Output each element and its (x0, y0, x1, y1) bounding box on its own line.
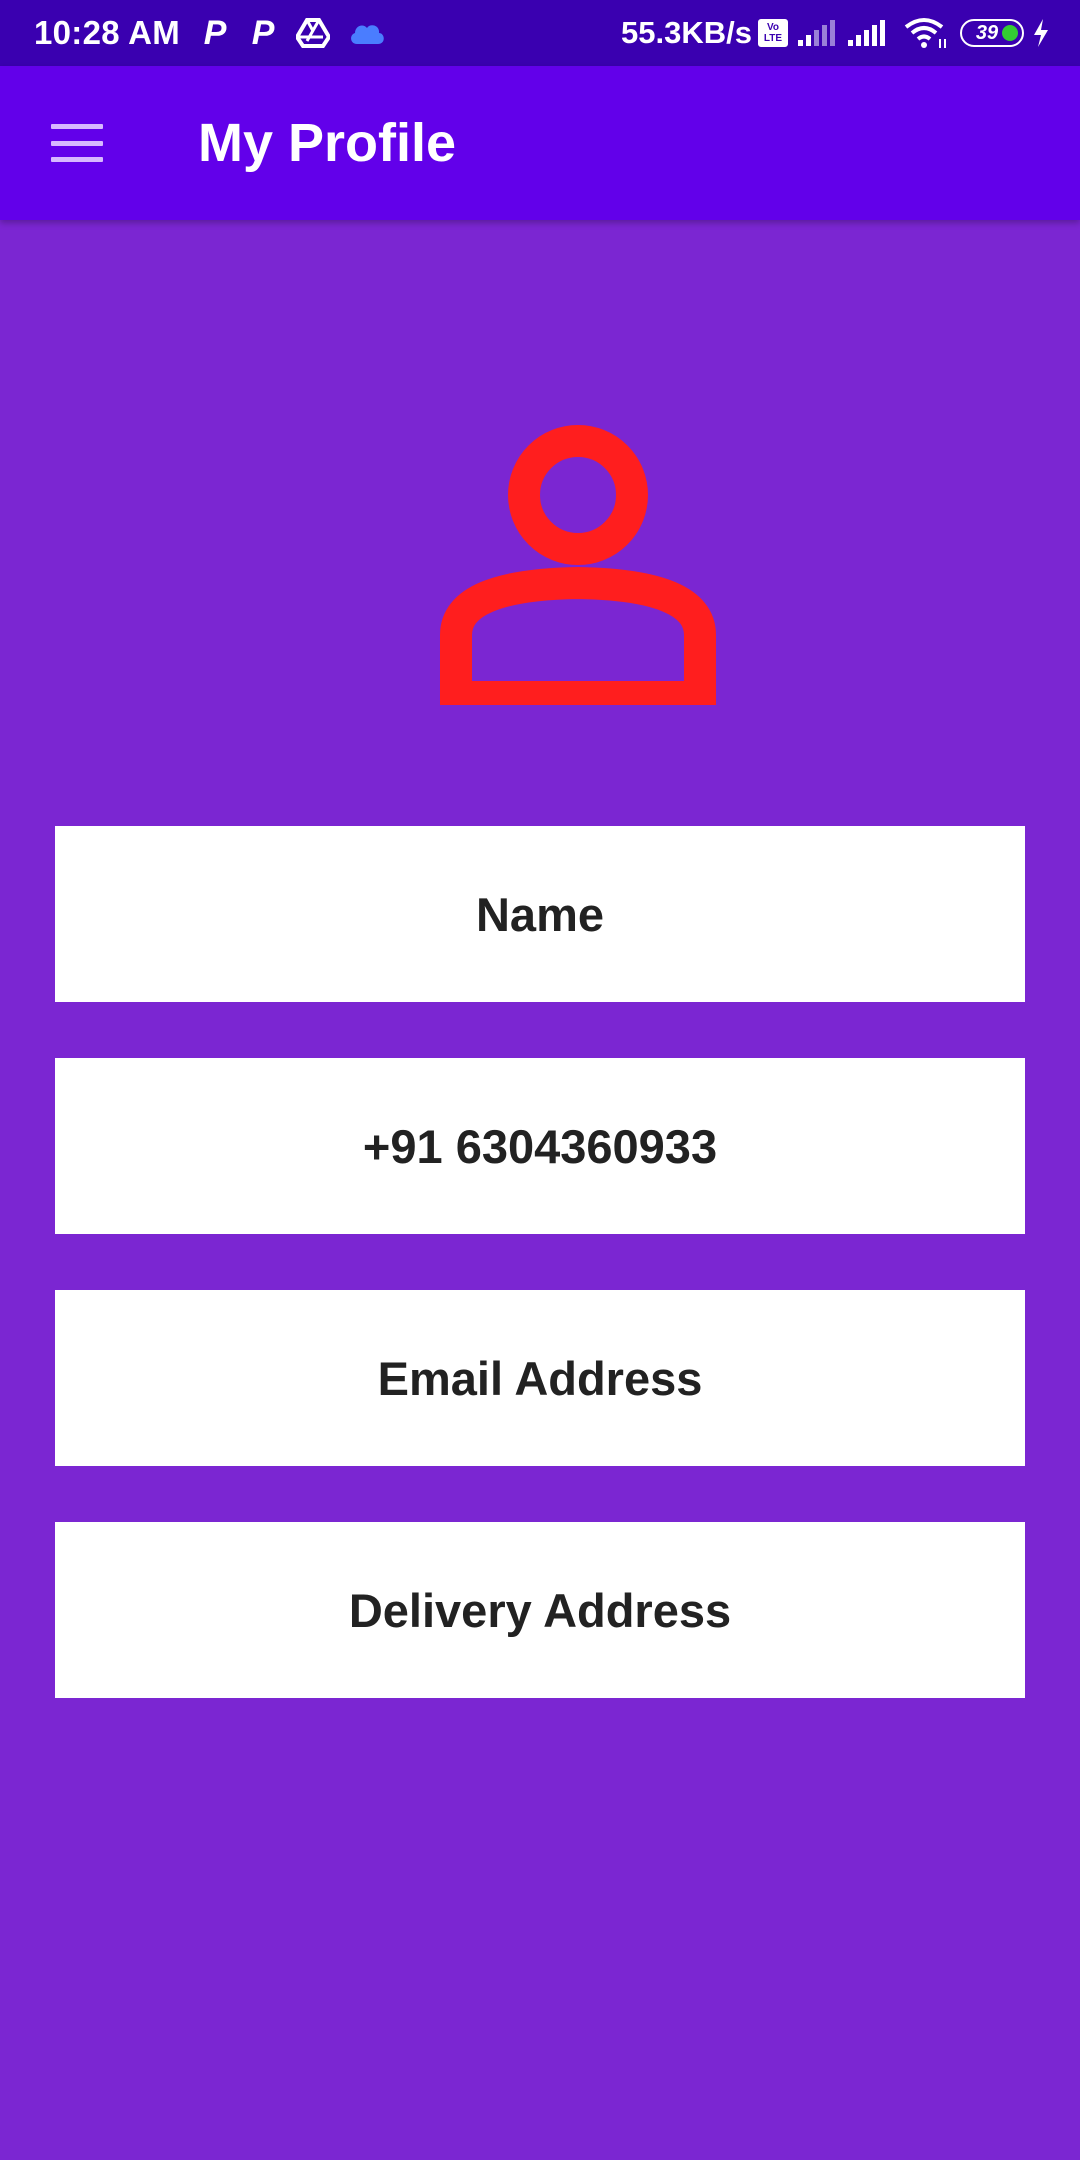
battery-icon: 39 (960, 19, 1024, 47)
phone-label: +91 6304360933 (362, 1119, 718, 1173)
cell-signal-weak-icon (796, 18, 838, 48)
charging-bolt-icon (1032, 18, 1050, 48)
status-bar-right: 55.3KB/s Vo LTE 39 (621, 15, 1050, 51)
delivery-address-label: Delivery Address (348, 1583, 732, 1637)
status-bar: 10:28 AM P P 55.3KB/s Vo LTE 39 (0, 0, 1080, 66)
cell-signal-icon (846, 18, 888, 48)
parking-p-icon: P (203, 13, 227, 52)
google-drive-icon (296, 18, 331, 48)
app-bar: My Profile (0, 66, 1080, 220)
name-label: Name (475, 887, 604, 941)
person-outline-icon[interactable] (440, 425, 716, 713)
email-label: Email Address (377, 1351, 703, 1405)
page-title: My Profile (198, 113, 457, 173)
name-field[interactable]: Name (55, 826, 1025, 1002)
parking-p-icon: P (251, 13, 275, 52)
phone-field[interactable]: +91 6304360933 (55, 1058, 1025, 1234)
email-field[interactable]: Email Address (55, 1290, 1025, 1466)
battery-level: 39 (975, 21, 999, 44)
status-time: 10:28 AM (34, 14, 181, 51)
delivery-address-field[interactable]: Delivery Address (55, 1522, 1025, 1698)
volte-icon: Vo LTE (758, 19, 788, 47)
status-bar-left: 10:28 AM P P (34, 14, 386, 53)
hamburger-menu-icon (51, 124, 103, 162)
menu-button[interactable] (38, 104, 116, 182)
volte-top-label: Vo (766, 22, 780, 33)
network-speed: 55.3KB/s (621, 15, 752, 50)
cloud-icon (348, 20, 386, 46)
wifi-icon (904, 17, 948, 49)
volte-bottom-label: LTE (763, 33, 783, 44)
